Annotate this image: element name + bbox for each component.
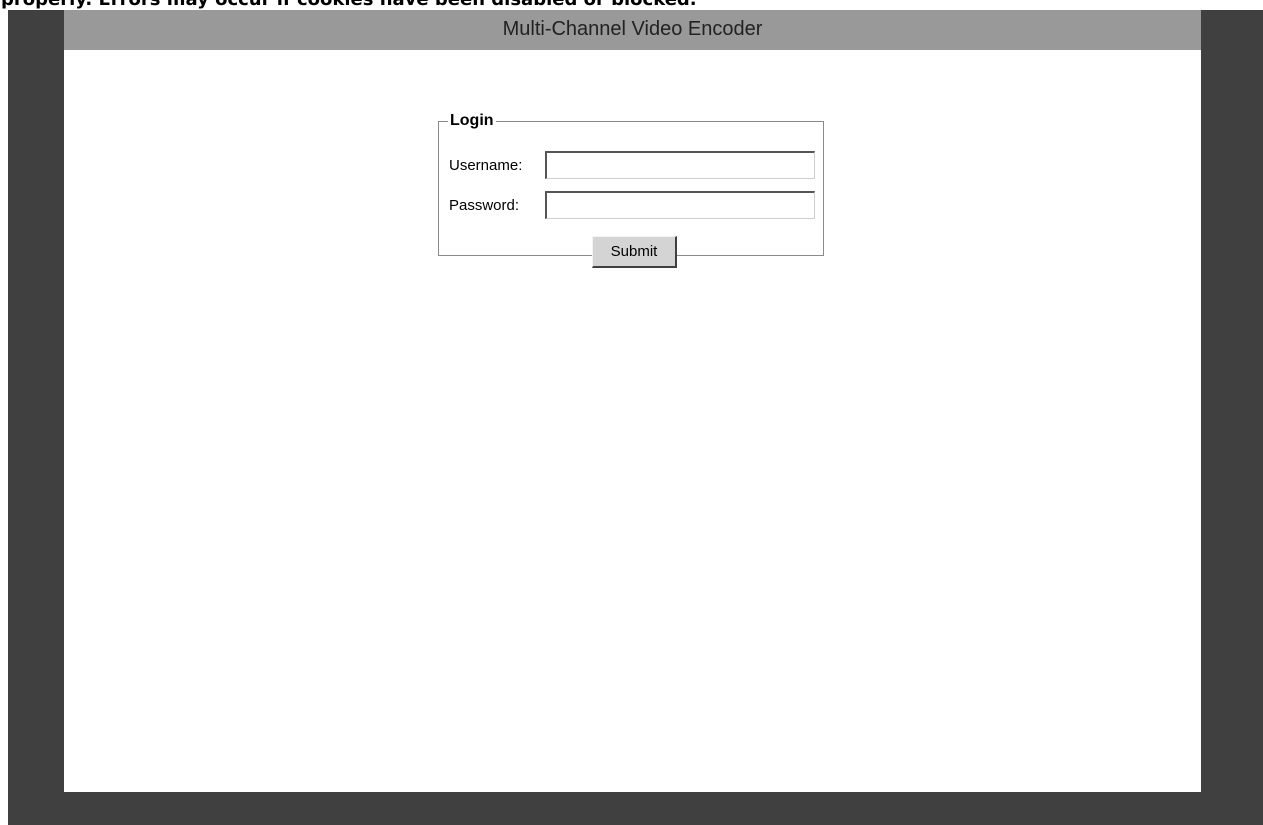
submit-button[interactable]: Submit (592, 236, 677, 268)
content-panel: Multi-Channel Video Encoder Login Userna… (64, 9, 1201, 792)
login-legend: Login (450, 112, 494, 129)
username-label: Username: (449, 156, 523, 174)
password-label: Password: (449, 196, 520, 214)
username-field[interactable] (545, 151, 815, 179)
page-title: Multi-Channel Video Encoder (64, 9, 1201, 50)
username-row: Username: (449, 151, 815, 179)
page-frame: Multi-Channel Video Encoder Login Userna… (8, 9, 1263, 825)
password-field[interactable] (545, 191, 815, 219)
cookie-warning-text: properly. Errors may occur if cookies ha… (0, 0, 1263, 10)
login-form: Login Username: Password: Submit (438, 112, 824, 268)
password-row: Password: (449, 191, 815, 219)
